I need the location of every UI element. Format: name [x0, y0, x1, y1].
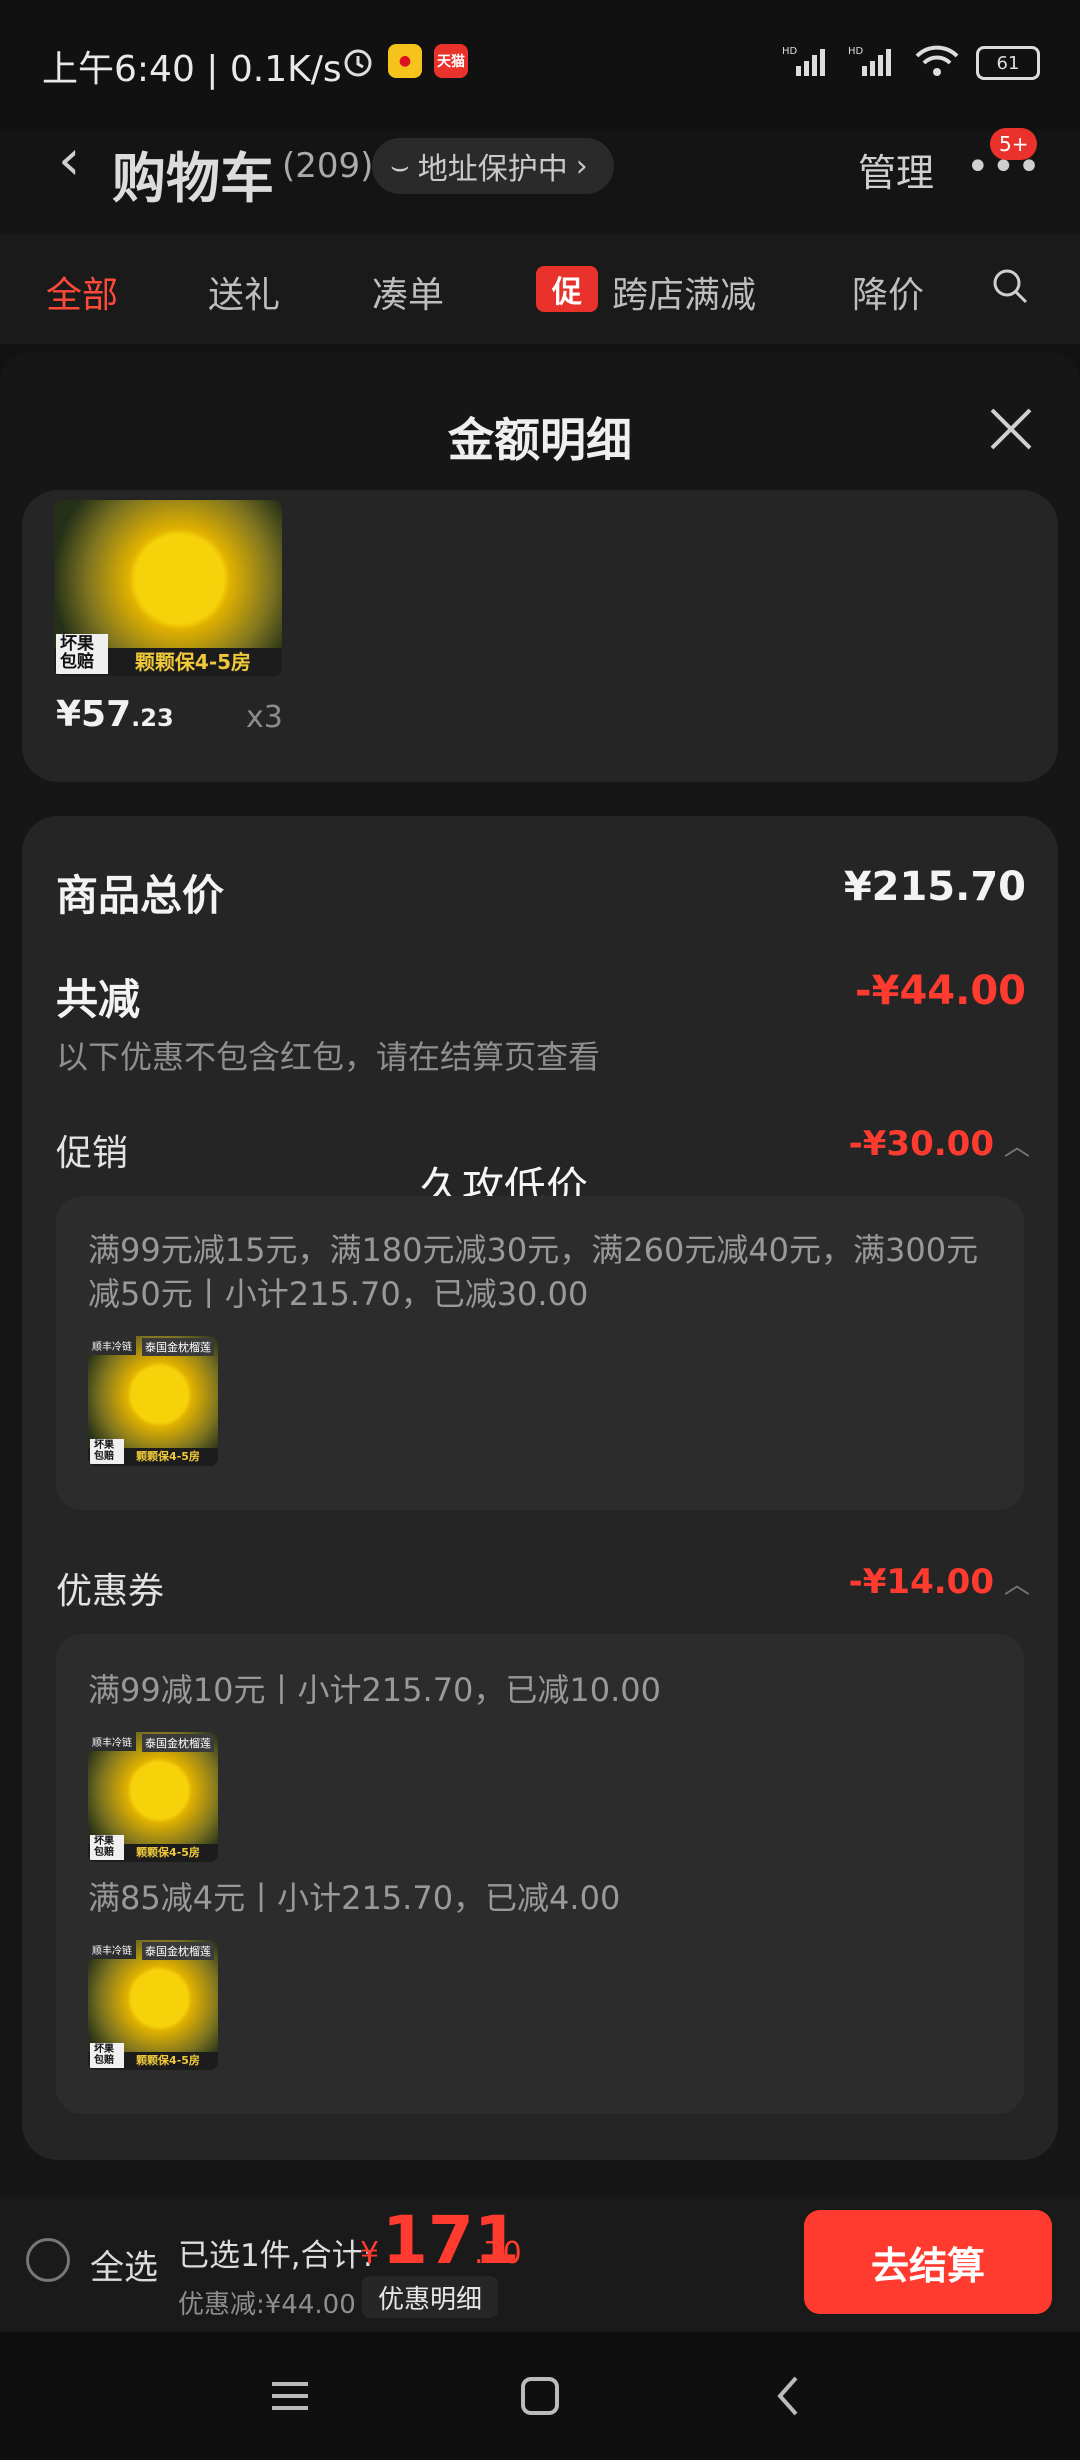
wifi-icon	[914, 44, 960, 82]
chevron-right-icon: ›	[575, 148, 588, 184]
chevron-up-icon: ︿	[1003, 1131, 1030, 1162]
total-price-label: 商品总价	[56, 871, 225, 920]
product-price: ¥57.23	[56, 694, 174, 735]
signal-icon: HD	[782, 44, 832, 82]
tab-all[interactable]: 全部	[46, 266, 118, 318]
back-nav-icon[interactable]	[762, 2368, 818, 2424]
promo-product-thumb[interactable]: 顺丰冷链 泰国金枕榴莲 颗颗保4-5房 坏果包赔	[88, 1336, 218, 1466]
promo-label: 促销	[56, 1133, 129, 1174]
thumb-title: 泰国金枕榴莲	[142, 1734, 214, 1752]
address-protect-label: 地址保护中	[417, 152, 568, 187]
reduce-value: -¥44.00	[855, 968, 1026, 1014]
tab-cross-store[interactable]: 跨店满减	[612, 266, 756, 318]
total-amount-dec: .70	[474, 2236, 522, 2271]
coupon-value: -¥14.00	[848, 1562, 994, 1602]
product-image[interactable]: 颗颗保4-5房 坏果包赔	[54, 500, 282, 676]
tab-price-drop[interactable]: 降价	[852, 266, 924, 318]
promo-text: 满99元减15元，满180元减30元，满260元减40元，满300元减50元丨小…	[88, 1231, 979, 1313]
discount-summary: 优惠减:¥44.00	[178, 2290, 356, 2320]
shield-icon: ⌣	[390, 148, 410, 184]
address-protect-pill[interactable]: ⌣ 地址保护中 ›	[372, 138, 614, 194]
select-all-radio[interactable]	[26, 2238, 70, 2282]
coupon-item-text: 满99减10元丨小计215.70，已减10.00	[88, 1671, 662, 1709]
search-icon[interactable]	[992, 268, 1028, 304]
sheet-title: 金额明细	[448, 413, 632, 467]
product-image-corner: 坏果包赔	[56, 634, 108, 674]
alarm-icon	[340, 44, 376, 84]
weibo-icon: ●	[388, 44, 422, 78]
thumb-corner: 坏果包赔	[90, 1439, 124, 1464]
signal-icon-2: HD	[848, 44, 898, 82]
thumb-title: 泰国金枕榴莲	[142, 1942, 214, 1960]
discount-note: 以下优惠不包含红包，请在结算页查看	[56, 1038, 601, 1076]
promo-value: -¥30.00	[848, 1124, 994, 1164]
selected-summary: 已选1件,合计:	[178, 2238, 374, 2274]
promo-toggle[interactable]: -¥30.00 ︿	[849, 1124, 1030, 1164]
thumb-brand: 顺丰冷链	[88, 1940, 136, 1959]
thumb-title: 泰国金枕榴莲	[142, 1338, 214, 1356]
message-badge: 5+	[990, 128, 1038, 160]
status-icons: HD HD 61	[782, 44, 1040, 82]
status-bar: 上午6:40 | 0.1K/s ● 天猫 HD HD 61	[0, 0, 1080, 130]
back-icon[interactable]: ‹	[58, 128, 80, 193]
thumb-corner: 坏果包赔	[90, 2043, 124, 2068]
svg-text:HD: HD	[848, 46, 864, 57]
manage-button[interactable]: 管理	[858, 142, 934, 197]
menu-icon[interactable]	[262, 2368, 318, 2424]
close-icon[interactable]	[986, 404, 1036, 454]
total-currency: ¥	[360, 2236, 380, 2271]
select-all-label[interactable]: 全选	[90, 2240, 158, 2289]
page-title: 购物车	[112, 147, 274, 210]
product-price-int: ¥57	[56, 694, 132, 735]
total-price-value: ¥215.70	[843, 864, 1026, 910]
product-qty: x3	[246, 700, 283, 735]
thumb-corner: 坏果包赔	[90, 1835, 124, 1860]
checkout-button[interactable]: 去结算	[804, 2210, 1052, 2314]
thumb-brand: 顺丰冷链	[88, 1732, 136, 1751]
battery-icon: 61	[976, 46, 1040, 80]
svg-text:HD: HD	[782, 46, 798, 57]
product-price-dec: .23	[131, 704, 174, 732]
thumb-brand: 顺丰冷链	[88, 1336, 136, 1355]
chevron-up-icon: ︿	[1003, 1569, 1030, 1600]
reduce-label: 共减	[56, 975, 141, 1024]
tmall-icon: 天猫	[434, 44, 468, 78]
promo-tag-icon: 促	[536, 266, 598, 312]
coupon-label: 优惠券	[56, 1571, 165, 1612]
status-time: 上午6:40 | 0.1K/s	[42, 49, 342, 90]
tab-bundle[interactable]: 凑单	[372, 266, 444, 318]
home-icon[interactable]	[512, 2368, 568, 2424]
discount-detail-button[interactable]: 优惠明细	[362, 2276, 499, 2318]
coupon-product-thumb[interactable]: 顺丰冷链 泰国金枕榴莲 颗颗保4-5房 坏果包赔	[88, 1940, 218, 2070]
coupon-item-text: 满85减4元丨小计215.70，已减4.00	[88, 1879, 621, 1917]
coupon-product-thumb[interactable]: 顺丰冷链 泰国金枕榴莲 颗颗保4-5房 坏果包赔	[88, 1732, 218, 1862]
coupon-toggle[interactable]: -¥14.00 ︿	[849, 1562, 1030, 1602]
tab-gift[interactable]: 送礼	[208, 266, 280, 318]
cart-count: (209)	[282, 146, 374, 186]
